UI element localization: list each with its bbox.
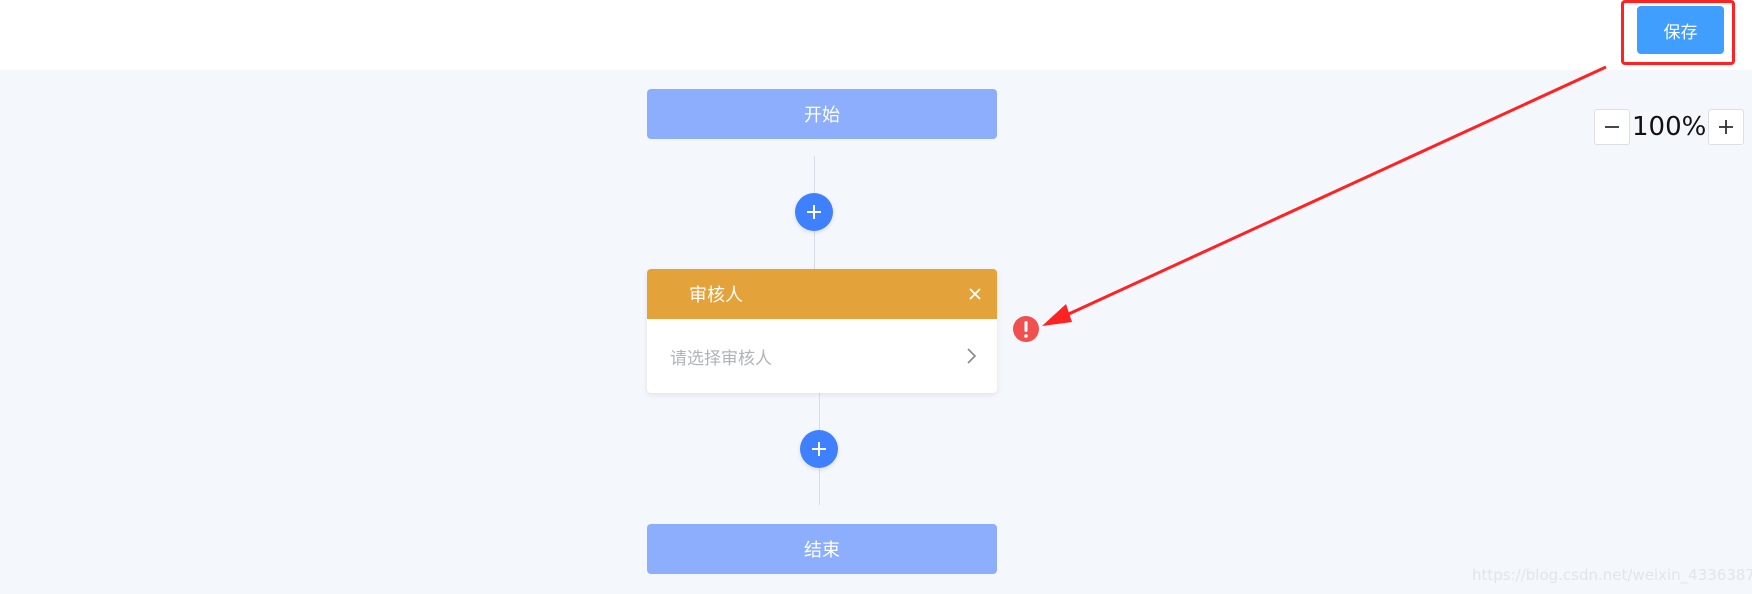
watermark: https://blog.csdn.net/weixin_43363871 bbox=[1472, 566, 1752, 584]
annotation-arrow bbox=[1042, 65, 1607, 326]
